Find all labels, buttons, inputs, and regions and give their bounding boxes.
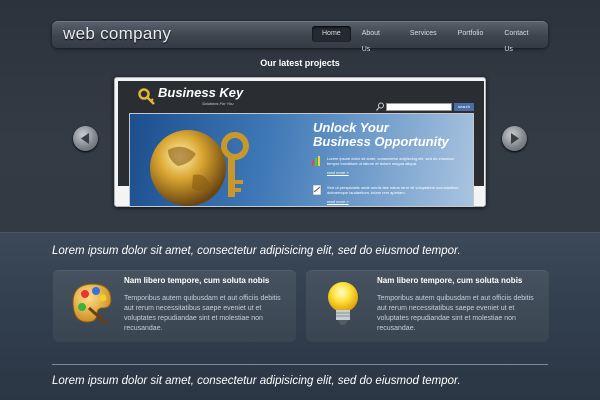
panel-title: Nam libero tempore, cum soluta nobis <box>377 276 523 285</box>
arrow-left-icon <box>81 133 89 144</box>
lightbulb-icon <box>328 282 358 325</box>
hero-item-text: Lorem ipsum dolor sit amet, consectetur … <box>327 156 454 166</box>
panel-text: Temporibus autem quibusdam et aut offici… <box>377 295 534 332</box>
nav-portfolio[interactable]: Portfolio <box>448 26 494 42</box>
nav-services[interactable]: Services <box>400 26 447 42</box>
search-button[interactable]: search <box>454 103 474 111</box>
nav-contact-us[interactable]: Contact Us <box>494 26 547 53</box>
footer-text: Lorem ipsum dolor sit amet, consectetur … <box>52 375 461 387</box>
section-title: Our latest projects <box>260 58 340 68</box>
panel-text: Temporibus autem quibusdam et aut offici… <box>124 295 281 332</box>
read-more-link[interactable]: read more » <box>327 170 349 175</box>
slider-next-button[interactable] <box>502 126 527 151</box>
read-more-link[interactable]: read more » <box>327 199 349 204</box>
feature-panel-left: Nam libero tempore, cum soluta nobis Tem… <box>53 270 296 342</box>
project-preview[interactable]: Business Key Solutions For You search Un… <box>114 77 486 207</box>
golden-globe-key-image <box>150 130 249 206</box>
search-input[interactable] <box>386 103 452 111</box>
nav-about-us[interactable]: About Us <box>352 26 399 53</box>
site-logo[interactable]: web company <box>63 24 171 44</box>
document-icon <box>312 185 322 195</box>
bar-chart-icon <box>312 156 320 166</box>
key-icon <box>138 88 155 105</box>
divider <box>52 364 548 365</box>
hero-item-text: Sed ut perspiciatis unde omnis iste natu… <box>327 185 459 195</box>
hero-heading: Unlock Your Business Opportunity <box>313 121 449 149</box>
palette-icon <box>72 283 112 326</box>
hero-heading-line1: Unlock Your <box>313 120 389 135</box>
brand-title: Business Key <box>158 85 244 100</box>
arrow-right-icon <box>511 133 519 144</box>
search-icon <box>376 102 384 111</box>
feature-panel-right: Nam libero tempore, cum soluta nobis Tem… <box>306 270 549 342</box>
header-bar: web company Home About Us Services Portf… <box>52 21 548 53</box>
hero-heading-line2: Business Opportunity <box>313 134 449 149</box>
brand-tagline: Solutions For You <box>202 101 234 106</box>
intro-text: Lorem ipsum dolor sit amet, consectetur … <box>52 245 461 257</box>
panel-title: Nam libero tempore, cum soluta nobis <box>124 276 270 285</box>
slider-prev-button[interactable] <box>73 126 98 151</box>
main-nav: Home About Us Services Portfolio Contact… <box>312 26 548 53</box>
hero-banner: Unlock Your Business Opportunity Lorem i… <box>129 113 474 207</box>
nav-home[interactable]: Home <box>312 26 351 42</box>
